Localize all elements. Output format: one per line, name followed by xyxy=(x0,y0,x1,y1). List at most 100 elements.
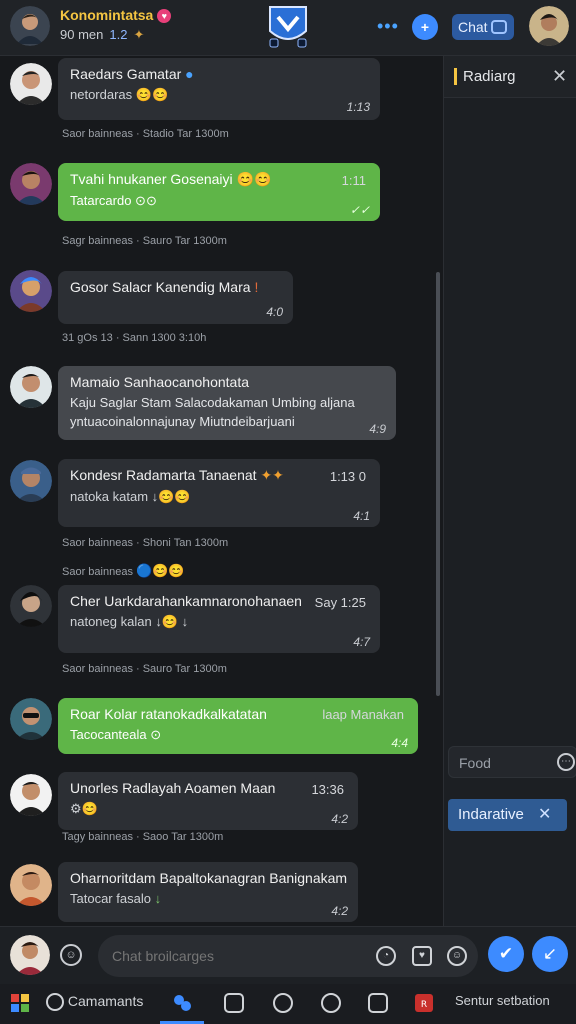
reply-arrow-icon[interactable]: ↙ xyxy=(532,936,568,972)
tab-flag[interactable]: R xyxy=(414,993,434,1015)
message-bubble[interactable]: Mamaio Sanhaocanohontata Kaju Saglar Sta… xyxy=(58,366,396,440)
avatar[interactable] xyxy=(10,774,52,816)
comments-tab-label: Camamants xyxy=(67,993,144,1009)
message-body: natoneg kalan xyxy=(70,614,152,629)
settings-tab[interactable]: Sentur setbation xyxy=(455,993,550,1015)
verified-icon: ● xyxy=(185,66,194,82)
emoji-icon: 😊😊 xyxy=(236,171,272,187)
message-sender: Oharnoritdam Bapaltokanagran Banignakam xyxy=(70,870,348,886)
history-icon xyxy=(273,993,293,1013)
profile-avatar[interactable] xyxy=(529,6,569,46)
chat-title: Konomintatsa ♥ xyxy=(60,7,172,24)
reaction-icon: 🔵😊😊 xyxy=(136,563,185,578)
tab-history[interactable] xyxy=(273,993,293,1015)
message-bubble[interactable]: Roar Kolar ratanokadkalkatatan Tacocante… xyxy=(58,698,418,754)
send-icon[interactable]: ✔ xyxy=(488,936,524,972)
pin-icon: ✦ xyxy=(133,27,145,42)
chat-subtitle: 90 men 1.2 ✦ xyxy=(60,27,144,43)
avatar[interactable] xyxy=(10,163,52,205)
pin-icon: ǃ xyxy=(254,279,259,295)
emoji-icon: ↓😊 ↓ xyxy=(155,614,189,629)
online-count: 1.2 xyxy=(109,27,128,42)
message-sender: Kondesr Radamarta Tanaenat ✦✦ xyxy=(70,467,368,484)
message-time: 4:7 xyxy=(353,635,370,649)
message-meta: Saor bainneas · Stadio Tar 1300m xyxy=(62,128,229,140)
message-text-line2: yntuacoinalonnajunay Miutndeibarjuani xyxy=(70,414,295,429)
message-body: Tacocanteala xyxy=(70,727,147,742)
message-bubble[interactable]: Unorles Radlayah Aoamen Maan ⚙😊 13:36 4:… xyxy=(58,772,358,830)
message-composer: ☺ ◔ ♥ ☺ ✔ ↙ xyxy=(0,926,576,984)
close-icon[interactable]: ✕ xyxy=(538,799,551,831)
message-meta: Sagr bainneas · Sauro Tar 1300m xyxy=(62,235,227,247)
message-bubble[interactable]: Kondesr Radamarta Tanaenat ✦✦ natoka kat… xyxy=(58,459,380,527)
community-icon xyxy=(321,993,341,1013)
tab-screen[interactable] xyxy=(224,993,244,1015)
settings-tab-label: Sentur setbation xyxy=(455,993,550,1008)
image-icon xyxy=(368,993,388,1013)
tab-community[interactable] xyxy=(321,993,341,1015)
search-icon[interactable]: ⋯ xyxy=(557,753,575,771)
fire-icon: ✦✦ xyxy=(260,467,284,483)
message-time-top: 1:13 0 xyxy=(329,469,366,484)
avatar[interactable] xyxy=(10,935,50,975)
avatar[interactable] xyxy=(10,698,52,740)
close-icon[interactable]: ✕ xyxy=(552,66,567,87)
filter-chip[interactable]: Indarative ✕ xyxy=(448,799,567,831)
message-body: netordaras xyxy=(70,87,133,102)
sender-name: Kondesr Radamarta Tanaenat xyxy=(70,467,257,483)
sender-name: Gosor Salacr Kanendig Mara xyxy=(70,279,251,295)
avatar[interactable] xyxy=(10,864,52,906)
avatar[interactable] xyxy=(10,366,52,408)
user-avatar[interactable] xyxy=(10,6,50,46)
windows-icon[interactable] xyxy=(10,993,30,1015)
svg-text:R: R xyxy=(421,1000,427,1010)
message-sender: Gosor Salacr Kanendig Mara ǃ xyxy=(70,279,281,295)
message-text: Tatocar fasalo ↓ xyxy=(70,891,346,906)
message-bubble[interactable]: Gosor Salacr Kanendig Mara ǃ 4:0 xyxy=(58,271,293,324)
shield-icon[interactable]: ♥ xyxy=(412,946,432,966)
add-icon[interactable]: + xyxy=(412,14,438,40)
message-time-top: Say 1:25 xyxy=(314,595,366,610)
message-sender: Unorles Radlayah Aoamen Maan xyxy=(70,780,276,796)
bottom-navigation: Camamants R Sentur setbation xyxy=(0,984,576,1024)
timer-icon[interactable]: ◔ xyxy=(376,946,396,966)
message-time: 4:4 xyxy=(391,736,408,750)
avatar[interactable] xyxy=(10,585,52,627)
message-time: 1:11 xyxy=(341,173,366,188)
message-sender: Roar Kolar ratanokadkalkatatan xyxy=(70,706,267,722)
chat-button[interactable]: Chat xyxy=(452,14,514,40)
more-options-icon[interactable]: ••• xyxy=(377,16,399,37)
message-bubble[interactable]: Raedars Gamatar ● netordaras 😊😊 1:13 xyxy=(58,58,380,120)
tab-media[interactable] xyxy=(368,993,388,1015)
avatar[interactable] xyxy=(10,270,52,312)
sender-name: Tvahi hnukaner Gosenaiyi xyxy=(70,171,233,187)
app-header: Konomintatsa ♥ 90 men 1.2 ✦ ••• + Chat xyxy=(0,0,576,56)
scrollbar[interactable] xyxy=(436,272,440,696)
avatar[interactable] xyxy=(10,63,52,105)
message-text: ⚙😊 xyxy=(70,801,346,817)
comments-tab[interactable]: Camamants xyxy=(46,993,143,1015)
message-text: Kaju Saglar Stam Salacodakaman Umbing al… xyxy=(70,395,355,410)
side-search-field[interactable]: Food ⋯ xyxy=(448,746,576,778)
reaction-icon: ⊙ xyxy=(150,727,162,742)
message-bubble[interactable]: Tvahi hnukaner Gosenaiyi 😊😊 Tatarcardo ⊙… xyxy=(58,163,380,221)
message-sender: Tvahi hnukaner Gosenaiyi 😊😊 xyxy=(70,171,368,188)
emoji-icon[interactable]: ☺ xyxy=(60,944,82,966)
message-text: natoneg kalan ↓😊 ↓ xyxy=(70,614,368,630)
tab-chat[interactable] xyxy=(172,993,192,1015)
sticker-icon[interactable]: ☺ xyxy=(447,946,467,966)
message-bubble[interactable]: Oharnoritdam Bapaltokanagran Banignakam … xyxy=(58,862,358,922)
message-text: netordaras 😊😊 xyxy=(70,87,368,103)
emoji-icon: ⚙😊 xyxy=(70,801,98,816)
emoji-icon: 😊😊 xyxy=(135,87,169,102)
message-time: 4:1 xyxy=(353,509,370,523)
message-meta: Saor bainneas · Shoni Tan 1300m xyxy=(62,537,229,549)
chat-title-text: Konomintatsa xyxy=(60,7,154,23)
chat-bubble-icon xyxy=(490,20,507,34)
message-time-top: laap Manakan xyxy=(322,707,404,722)
message-bubble[interactable]: Cher Uarkdarahankamnaronohanaen natoneg … xyxy=(58,585,380,653)
side-panel: Radiarg ✕ Food ⋯ Indarative ✕ xyxy=(443,56,576,926)
avatar[interactable] xyxy=(10,460,52,502)
screen-icon xyxy=(224,993,244,1013)
message-time: 4:9 xyxy=(369,422,386,436)
